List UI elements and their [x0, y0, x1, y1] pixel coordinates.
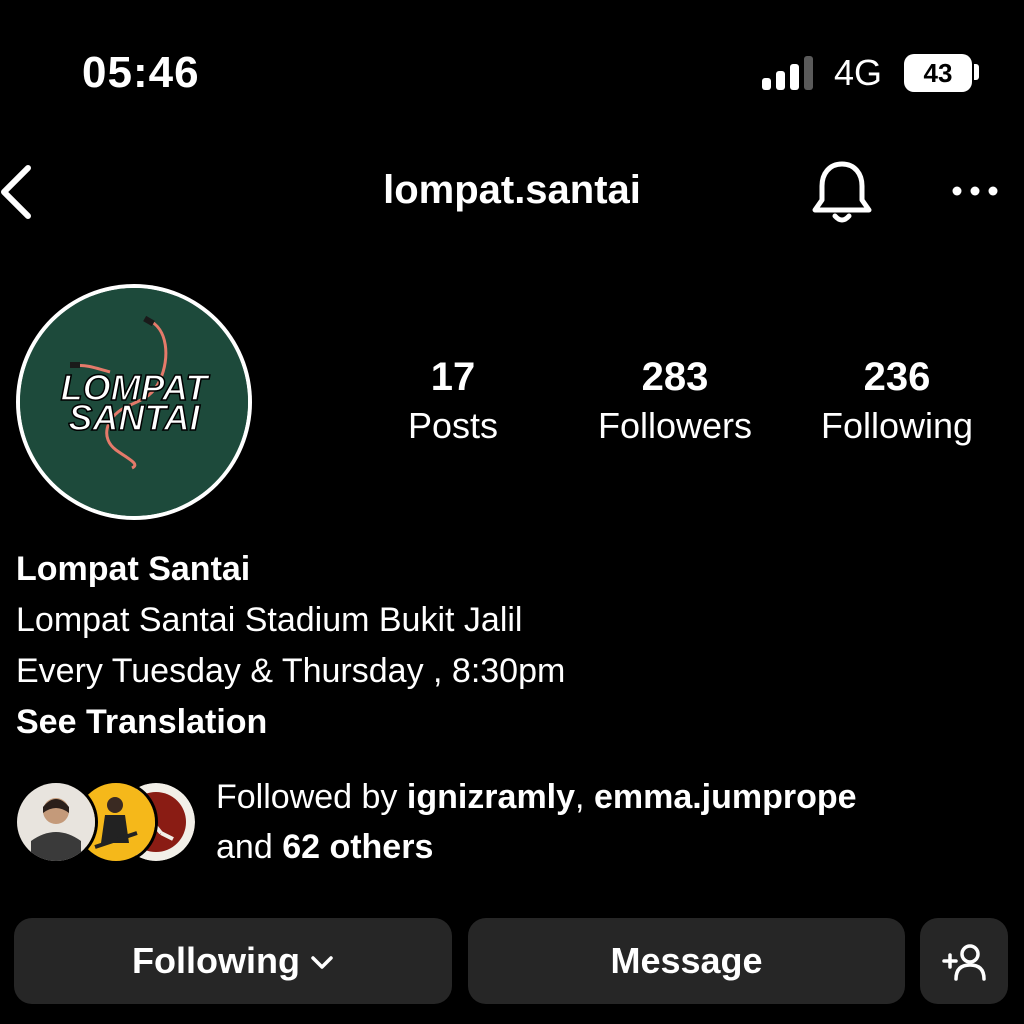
profile-bio: Lompat Santai Lompat Santai Stadium Buki… — [16, 544, 565, 748]
followed-by-separator: , — [575, 778, 594, 816]
posts-label: Posts — [407, 405, 499, 446]
following-button-label: Following — [132, 940, 300, 981]
add-person-icon — [942, 944, 986, 981]
followed-by-user-1[interactable]: ignizramly — [407, 778, 575, 816]
chevron-down-icon — [311, 956, 333, 969]
posts-stat[interactable]: 17 Posts — [373, 352, 533, 450]
network-type: 4G — [834, 52, 883, 93]
add-person-button[interactable] — [920, 918, 1008, 1004]
avatar-logo: LOMPAT SANTAI — [20, 288, 248, 516]
following-label: Following — [820, 405, 974, 446]
posts-count: 17 — [430, 355, 476, 399]
follower-avatar-1[interactable] — [14, 780, 98, 864]
followed-by-and: and — [216, 828, 283, 866]
status-time: 05:46 — [82, 48, 200, 97]
followers-count: 283 — [641, 355, 709, 399]
battery-nub — [974, 64, 979, 80]
display-name: Lompat Santai — [16, 550, 251, 588]
bio-line-2: Every Tuesday & Thursday , 8:30pm — [16, 652, 566, 690]
followers-stat[interactable]: 283 Followers — [575, 352, 775, 450]
bio-line-1: Lompat Santai Stadium Bukit Jalil — [16, 601, 523, 639]
following-button[interactable]: Following — [14, 918, 452, 1004]
signal-icon — [762, 56, 813, 90]
message-button-label: Message — [610, 940, 763, 981]
avatar-text-line-2: SANTAI — [68, 397, 200, 438]
profile-avatar[interactable]: LOMPAT SANTAI — [20, 288, 248, 516]
battery-icon: 43 — [904, 54, 972, 92]
more-icon[interactable] — [950, 176, 1000, 206]
see-translation-link[interactable]: See Translation — [16, 697, 565, 748]
profile-page: 05:46 4G 43 lompat.santai LOMPAT SANTAI — [0, 0, 1024, 1024]
followed-by-prefix: Followed by — [216, 778, 407, 816]
followed-by-others[interactable]: 62 others — [282, 828, 433, 866]
followers-label: Followers — [597, 405, 753, 446]
followed-by-user-2[interactable]: emma.jumprope — [594, 778, 857, 816]
bell-icon[interactable] — [810, 158, 874, 226]
following-stat[interactable]: 236 Following — [797, 352, 997, 450]
followed-by-text[interactable]: Followed by ignizramly, emma.jumprope and… — [216, 772, 1006, 872]
message-button[interactable]: Message — [468, 918, 905, 1004]
following-count: 236 — [863, 355, 931, 399]
